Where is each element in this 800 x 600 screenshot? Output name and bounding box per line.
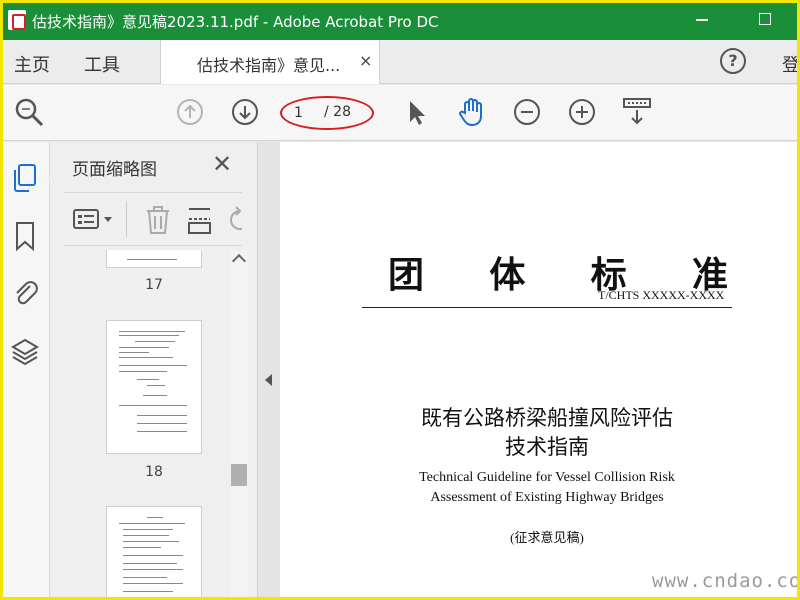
heading-char: 团 (388, 255, 425, 296)
thumbnail-list: 17 18 (50, 250, 230, 600)
bookmark-icon[interactable] (10, 220, 40, 252)
search-zoom-icon[interactable] (12, 95, 46, 129)
panel-collapse-handle[interactable] (258, 142, 280, 600)
collapse-arrow-icon (265, 374, 272, 386)
scrollbar-thumb[interactable] (231, 464, 247, 486)
thumbnail-page-19[interactable] (106, 506, 202, 600)
english-title-line1: Technical Guideline for Vessel Collision… (419, 470, 675, 485)
thumbnail-label: 17 (145, 277, 163, 293)
page-up-icon[interactable] (173, 95, 207, 129)
rotate-page-icon[interactable] (226, 205, 242, 235)
attachment-icon[interactable] (10, 276, 40, 308)
chinese-title-line1: 既有公路桥梁船撞风险评估 (421, 406, 673, 430)
tab-bar: 主页 工具 估技术指南》意见... × ? 登 (0, 40, 800, 84)
acrobat-app-icon (8, 10, 26, 30)
scroll-mode-icon[interactable] (620, 95, 654, 129)
extract-page-icon[interactable] (186, 205, 214, 235)
page-down-icon[interactable] (228, 95, 262, 129)
english-title: Technical Guideline for Vessel Collision… (362, 468, 732, 508)
delete-page-icon[interactable] (144, 205, 172, 235)
tab-tools[interactable]: 工具 (84, 51, 120, 77)
document-page[interactable]: 团 体 标 准 T/CHTS XXXXX-XXXX 既有公路桥梁船撞风险评估 技… (280, 142, 800, 600)
panel-close-icon[interactable]: ✕ (212, 150, 232, 178)
thumbnail-scrollbar[interactable] (230, 250, 248, 600)
hand-tool-icon[interactable] (455, 95, 489, 129)
select-cursor-icon[interactable] (400, 95, 434, 129)
heading-char: 体 (489, 255, 526, 296)
page-navigator: / 28 (280, 96, 374, 130)
heading-rule (362, 307, 732, 308)
minimize-button[interactable] (696, 19, 708, 21)
standard-code: T/CHTS XXXXX-XXXX (598, 288, 725, 302)
english-title-line2: Assessment of Existing Highway Bridges (430, 490, 664, 505)
main-toolbar: / 28 (0, 85, 800, 141)
left-navigation-bar (0, 142, 55, 600)
tab-close-icon[interactable]: × (359, 51, 372, 70)
scroll-up-icon[interactable] (231, 253, 247, 269)
help-icon[interactable]: ? (720, 48, 746, 74)
tab-document[interactable]: 估技术指南》意见... × (160, 40, 380, 84)
chinese-title-line2: 技术指南 (505, 435, 589, 459)
maximize-button[interactable] (759, 13, 771, 25)
window-title: 估技术指南》意见稿2023.11.pdf - Adobe Acrobat Pro… (32, 13, 439, 31)
draft-note: (征求意见稿) (510, 530, 584, 545)
watermark: www.cndao.com (652, 570, 800, 592)
title-bar: 估技术指南》意见稿2023.11.pdf - Adobe Acrobat Pro… (0, 0, 800, 40)
zoom-in-icon[interactable] (569, 99, 595, 125)
page-thumbnails-panel: 页面缩略图 ✕ 17 18 (50, 142, 258, 600)
pages-icon[interactable] (10, 162, 40, 194)
thumbnail-page-17[interactable] (106, 250, 202, 268)
thumbnail-label: 18 (145, 464, 163, 480)
zoom-out-icon[interactable] (514, 99, 540, 125)
layers-icon[interactable] (10, 336, 40, 368)
sign-in-button[interactable]: 登 (782, 51, 800, 77)
toolbar-divider (126, 201, 127, 237)
thumbnail-toolbar (64, 192, 242, 246)
red-annotation-oval (280, 96, 374, 130)
panel-title: 页面缩略图 (72, 160, 157, 180)
chinese-title: 既有公路桥梁船撞风险评估 技术指南 (362, 404, 732, 462)
tab-home[interactable]: 主页 (14, 51, 50, 77)
thumbnail-page-18[interactable] (106, 320, 202, 454)
tab-document-label: 估技术指南》意见... (197, 56, 341, 75)
thumbnail-options-icon[interactable] (72, 207, 118, 233)
